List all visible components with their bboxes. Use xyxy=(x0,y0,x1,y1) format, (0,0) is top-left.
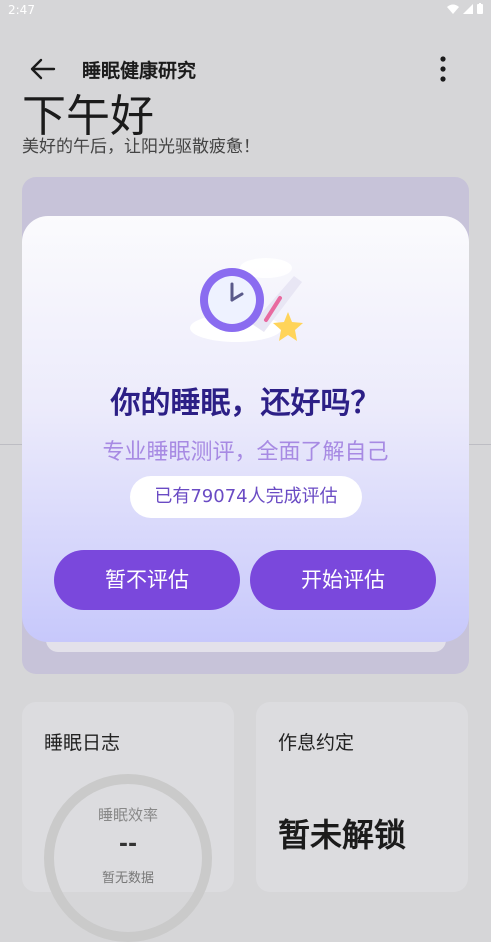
routine-status: 暂未解锁 xyxy=(278,816,407,854)
routine-card[interactable]: 作息约定 暂未解锁 xyxy=(256,702,468,892)
sleep-log-card[interactable]: 睡眠日志 睡眠效率 -- 暂无数据 xyxy=(22,702,234,942)
status-bar: 2:47 xyxy=(0,0,491,22)
clock-with-star-icon xyxy=(190,258,303,342)
status-time: 2:47 xyxy=(8,3,35,17)
routine-title: 作息约定 xyxy=(278,732,355,754)
dialog-title: 你的睡眠，还好吗？ xyxy=(110,386,381,421)
more-options-icon[interactable] xyxy=(439,56,447,82)
dialog-subtitle: 专业睡眠测评，全面了解自己 xyxy=(102,440,389,465)
sleep-assessment-dialog: 你的睡眠，还好吗？ 专业睡眠测评，全面了解自己 已有79074人完成评估 暂不评… xyxy=(22,216,469,642)
status-icons xyxy=(447,3,483,14)
completion-count-badge: 已有79074人完成评估 xyxy=(130,476,362,518)
start-assessment-button[interactable]: 开始评估 xyxy=(250,550,436,610)
app-title: 睡眠健康研究 xyxy=(82,60,197,82)
sleep-efficiency-sub: 暂无数据 xyxy=(101,871,154,886)
sleep-efficiency-ring xyxy=(44,774,212,942)
battery-icon xyxy=(477,3,483,14)
sleep-efficiency-label: 睡眠效率 xyxy=(97,806,158,824)
signal-icon xyxy=(463,3,473,14)
wifi-icon xyxy=(447,4,459,14)
greeting-subtitle: 美好的午后，让阳光驱散疲惫！ xyxy=(22,137,260,157)
sleep-efficiency-value: -- xyxy=(118,832,138,857)
sleep-log-title: 睡眠日志 xyxy=(44,732,121,754)
skip-assessment-button[interactable]: 暂不评估 xyxy=(54,550,240,610)
